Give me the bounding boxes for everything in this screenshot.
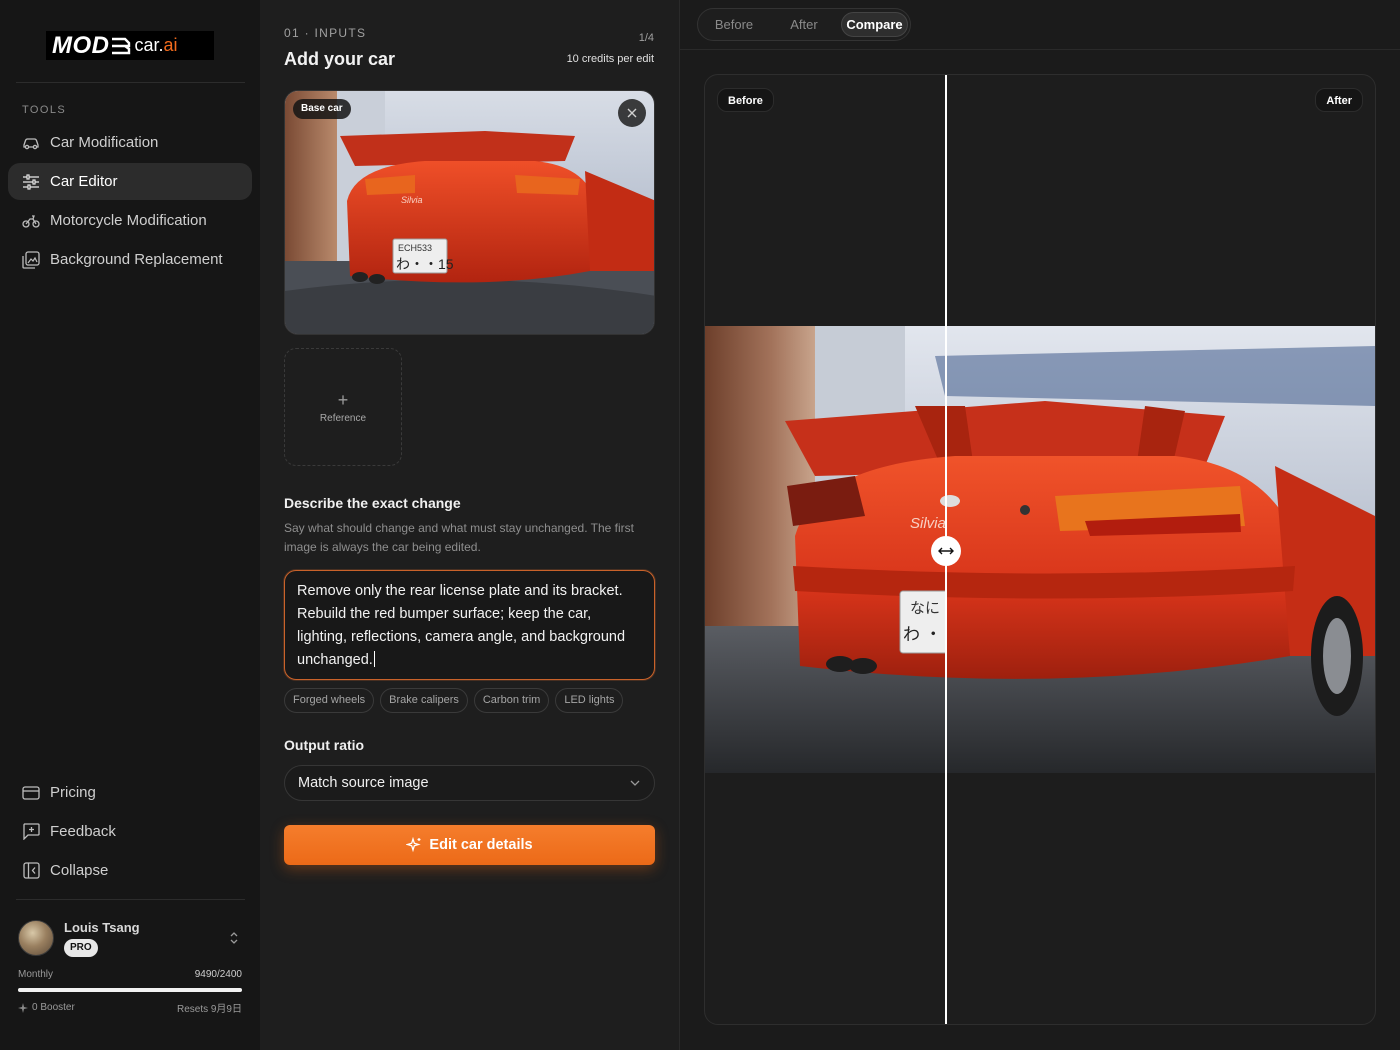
before-label: Before [717, 88, 774, 112]
user-card[interactable]: Louis Tsang PRO [18, 918, 242, 958]
car-icon [22, 134, 40, 152]
sidebar-item-label: Car Editor [50, 173, 118, 190]
avatar [18, 920, 54, 956]
logo-mod-text: MOD [52, 31, 110, 59]
prompt-text: Remove only the rear license plate and i… [297, 583, 626, 668]
chevron-down-icon [630, 780, 640, 786]
user-name: Louis Tsang [64, 920, 140, 935]
arrows-horizontal-icon [938, 547, 954, 555]
add-reference-button[interactable]: + Reference [284, 348, 402, 466]
output-ratio-select[interactable]: Match source image [284, 765, 655, 801]
compare-stage[interactable]: Silvia なに わ ・ Before After [704, 74, 1376, 1025]
chip-brake-calipers[interactable]: Brake calipers [380, 688, 468, 713]
edit-car-details-button[interactable]: Edit car details [284, 825, 655, 865]
base-car-image[interactable]: ECH533 わ・・15 Silvia Base car [284, 90, 655, 335]
sidebar-item-car-modification[interactable]: Car Modification [8, 124, 252, 161]
booster-count: 0 Booster [32, 1002, 75, 1013]
plate-bottom-text: わ ・ [903, 625, 942, 644]
sidebar-item-label: Feedback [50, 823, 116, 840]
suggestion-chips: Forged wheels Brake calipers Carbon trim… [284, 688, 624, 713]
sidebar-item-label: Background Replacement [50, 251, 223, 268]
plus-icon: + [337, 389, 349, 410]
after-label: After [1315, 88, 1363, 112]
tab-compare[interactable]: Compare [841, 12, 908, 37]
plate-top-text: なに [910, 600, 940, 617]
view-mode-toggle: Before After Compare [697, 8, 911, 41]
compare-image: Silvia なに わ ・ [705, 326, 1375, 773]
tab-after[interactable]: After [772, 12, 836, 37]
sparkles-icon [406, 837, 422, 853]
sliders-icon [22, 173, 40, 191]
chip-led-lights[interactable]: LED lights [555, 688, 624, 713]
base-car-tag: Base car [293, 99, 351, 119]
booster-row: 0 Booster Resets 9月9日 [18, 1000, 242, 1015]
car-photo-compare: Silvia なに わ ・ [705, 326, 1375, 773]
thumb-badge: Silvia [401, 195, 423, 205]
booster-info: 0 Booster [18, 1000, 75, 1015]
ratio-value: Match source image [298, 775, 429, 791]
page-title: Add your car [284, 49, 396, 69]
close-icon [627, 108, 637, 118]
sidebar-item-pricing[interactable]: Pricing [8, 774, 252, 811]
thumb-plate-bottom: わ・・15 [396, 256, 454, 272]
compare-badge: Silvia [910, 515, 946, 532]
car-photo-thumbnail: ECH533 わ・・15 Silvia [285, 91, 654, 334]
ratio-title: Output ratio [284, 737, 365, 753]
sidebar-item-collapse[interactable]: Collapse [8, 852, 252, 889]
chip-carbon-trim[interactable]: Carbon trim [473, 688, 550, 713]
usage-value: 9490/2400 [194, 969, 242, 980]
tools-section-label: TOOLS [22, 104, 67, 116]
cta-label: Edit car details [429, 837, 533, 853]
usage-progress-fill [18, 988, 242, 992]
brand-logo[interactable]: MOD car. ai [46, 31, 214, 60]
sidebar-item-feedback[interactable]: Feedback [8, 813, 252, 850]
compare-slider-handle[interactable] [931, 536, 961, 566]
reset-date: Resets 9月9日 [176, 1004, 242, 1015]
remove-image-button[interactable] [618, 99, 646, 127]
usage-progress-bar [18, 988, 242, 992]
text-caret [373, 651, 375, 667]
collapse-icon [22, 862, 40, 880]
sidebar-divider-bottom [16, 899, 245, 900]
sidebar-divider-top [16, 82, 245, 83]
motorcycle-icon [22, 212, 40, 230]
step-label: 01 · INPUTS [284, 26, 367, 40]
credits-per-edit: 10 credits per edit [566, 53, 654, 65]
step-count: 1/4 [638, 32, 654, 44]
describe-help: Say what should change and what must sta… [284, 521, 634, 554]
image-replace-icon [22, 250, 40, 269]
sidebar-item-label: Pricing [50, 784, 96, 801]
tab-before[interactable]: Before [702, 12, 766, 37]
preview-panel: Before After Compare Silvia なに わ ・ Befor… [680, 0, 1400, 1050]
sidebar-item-label: Car Modification [50, 134, 159, 151]
card-icon [22, 784, 40, 802]
prompt-textarea[interactable]: Remove only the rear license plate and i… [284, 570, 655, 680]
sidebar-item-label: Collapse [50, 862, 109, 879]
usage-row: Monthly 9490/2400 [18, 969, 242, 980]
sidebar-item-motorcycle-modification[interactable]: Motorcycle Modification [8, 202, 252, 239]
logo-ai-text: ai [163, 35, 178, 55]
sidebar-item-car-editor[interactable]: Car Editor [8, 163, 252, 200]
plan-badge: PRO [64, 939, 98, 957]
logo-car-text: car. [134, 35, 164, 55]
preview-toolbar: Before After Compare [680, 0, 1400, 50]
thumb-plate-top: ECH533 [398, 243, 432, 253]
reference-label: Reference [319, 412, 367, 424]
logo-mark-icon [111, 37, 130, 54]
chevron-up-down-icon[interactable] [228, 930, 240, 946]
inputs-panel: 01 · INPUTS 1/4 Add your car 10 credits … [260, 0, 680, 1050]
usage-label: Monthly [18, 969, 54, 980]
sparkle-icon [18, 1002, 28, 1013]
chip-forged-wheels[interactable]: Forged wheels [284, 688, 375, 713]
sidebar: MOD car. ai TOOLS Car Modification Car Ed… [0, 0, 260, 1050]
describe-title: Describe the exact change [284, 495, 461, 511]
feedback-icon [22, 823, 40, 841]
sidebar-item-background-replacement[interactable]: Background Replacement [8, 241, 252, 278]
sidebar-item-label: Motorcycle Modification [50, 212, 207, 229]
